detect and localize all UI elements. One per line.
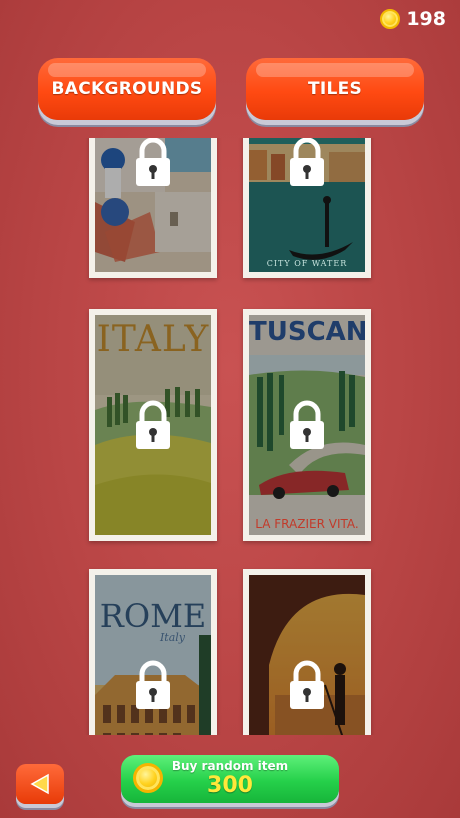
lock-icon <box>290 660 324 709</box>
lock-icon <box>136 400 170 449</box>
poster-italy: ITALY <box>95 315 211 535</box>
item-card-rome[interactable]: ROME Italy <box>89 569 217 735</box>
item-card-italy[interactable]: ITALY <box>89 309 217 541</box>
buy-random-item-label: Buy random item <box>171 759 289 773</box>
poster-tuscany-title: TUSCANY <box>249 317 365 347</box>
item-card-gondolier[interactable] <box>243 569 371 735</box>
coin-balance: 198 <box>406 8 446 30</box>
poster-tuscany-caption: LA FRAZIER VITA. <box>255 517 359 531</box>
poster-tuscany: TUSCANY LA FRAZIER VITA. <box>249 315 365 535</box>
coin-icon <box>380 9 401 29</box>
poster-gondolier <box>249 575 365 735</box>
item-card-santorini[interactable] <box>89 138 217 278</box>
lock-icon <box>136 660 170 709</box>
poster-santorini <box>95 138 211 272</box>
tab-backgrounds-label: BACKGROUNDS <box>51 79 203 99</box>
poster-italy-title: ITALY <box>96 319 210 360</box>
lock-icon <box>290 138 324 186</box>
venice-caption: CITY OF WATER <box>266 259 348 268</box>
poster-venice: CITY OF WATER <box>249 138 365 272</box>
lock-icon <box>136 138 170 186</box>
lock-icon <box>290 400 324 449</box>
buy-price: 300 <box>207 773 253 798</box>
item-grid[interactable]: CITY OF WATER ITALY TUSCAN LA FRAZIER VI… <box>0 138 460 735</box>
tab-backgrounds[interactable]: BACKGROUNDS <box>38 58 216 120</box>
tab-tiles[interactable]: TILES <box>246 58 424 120</box>
item-card-venice[interactable]: CITY OF WATER <box>243 138 371 278</box>
item-card-tuscany[interactable]: TUSCANY LA FRAZIER VITA. <box>243 309 371 541</box>
poster-rome-title: ROME <box>99 597 207 635</box>
tab-tiles-label: TILES <box>307 79 363 99</box>
back-button[interactable] <box>16 764 64 804</box>
poster-rome: ROME Italy <box>95 575 211 735</box>
poster-rome-subtitle: Italy <box>159 631 185 644</box>
back-arrow-icon <box>30 773 49 795</box>
coin-counter: 198 <box>380 8 446 30</box>
buy-random-item-button[interactable]: Buy random item 300 <box>121 755 339 803</box>
